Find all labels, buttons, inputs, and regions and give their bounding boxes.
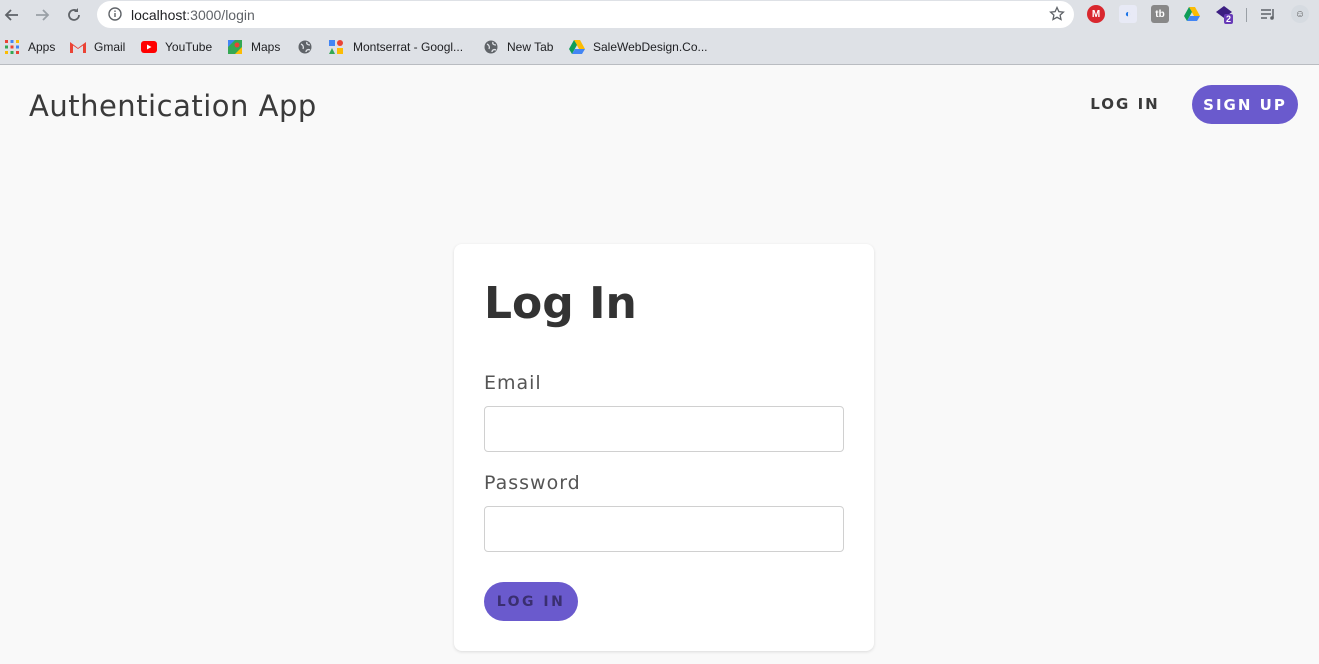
apps-grid-icon: [4, 39, 20, 55]
signup-button[interactable]: SIGN UP: [1192, 85, 1298, 124]
back-icon[interactable]: [2, 5, 22, 25]
badge-extension-icon[interactable]: 2: [1215, 5, 1234, 24]
bookmark-salewebdesign[interactable]: SaleWebDesign.Co...: [569, 39, 708, 55]
login-card: Log In Email Password LOG IN: [454, 244, 874, 651]
reading-list-icon[interactable]: [1259, 5, 1277, 23]
url-text: localhost:3000/login: [131, 7, 255, 23]
address-bar[interactable]: localhost:3000/login: [97, 1, 1074, 28]
profile-avatar[interactable]: ☺: [1291, 5, 1309, 23]
bookmark-montserrat[interactable]: Montserrat - Googl...: [329, 39, 463, 55]
bookmark-label: Maps: [251, 40, 281, 54]
password-field[interactable]: [484, 506, 844, 552]
bookmarks-bar: Apps Gmail YouTube Maps Montserrat - Goo…: [0, 30, 1319, 65]
google-fonts-icon: [329, 39, 345, 55]
bookmark-gmail[interactable]: Gmail: [70, 39, 125, 55]
youtube-icon: [141, 39, 157, 55]
bookmark-maps[interactable]: Maps: [227, 39, 280, 55]
bookmark-label: Montserrat - Googl...: [353, 40, 464, 54]
app-title: Authentication App: [29, 89, 317, 123]
password-label: Password: [484, 472, 581, 494]
maps-icon: [227, 39, 243, 55]
email-label: Email: [484, 372, 542, 394]
bookmark-label: Gmail: [94, 40, 126, 54]
drive-icon: [569, 39, 585, 55]
tb-extension-icon[interactable]: tb: [1151, 5, 1169, 23]
url-host: localhost: [131, 7, 187, 23]
bookmark-label: SaleWebDesign.Co...: [593, 40, 708, 54]
bookmark-star-icon[interactable]: [1049, 5, 1065, 27]
puzzle-extension-icon[interactable]: ◐: [1119, 5, 1137, 23]
login-submit-button[interactable]: LOG IN: [484, 582, 578, 621]
bookmark-new-tab[interactable]: New Tab: [483, 39, 553, 55]
reload-icon[interactable]: [64, 5, 84, 25]
url-path: :3000/login: [186, 7, 255, 23]
header-login-link[interactable]: LOG IN: [1084, 95, 1166, 115]
gmail-icon: [70, 39, 86, 55]
browser-toolbar: localhost:3000/login M ◐ tb 2 ☺: [0, 0, 1319, 30]
login-title: Log In: [484, 278, 637, 329]
bookmark-label: Apps: [28, 40, 56, 54]
drive-icon[interactable]: [1183, 5, 1201, 23]
bookmark-youtube[interactable]: YouTube: [141, 39, 212, 55]
bookmark-apps[interactable]: Apps: [4, 39, 55, 55]
bookmark-globe[interactable]: [297, 39, 321, 55]
forward-icon[interactable]: [32, 5, 52, 25]
email-field[interactable]: [484, 406, 844, 452]
site-info-icon[interactable]: [108, 7, 122, 26]
extension-badge-count: 2: [1224, 14, 1234, 24]
mega-icon[interactable]: M: [1087, 5, 1105, 23]
globe-icon: [483, 39, 499, 55]
bookmark-label: YouTube: [165, 40, 213, 54]
toolbar-divider: [1246, 8, 1247, 22]
globe-icon: [297, 39, 313, 55]
bookmark-label: New Tab: [507, 40, 554, 54]
